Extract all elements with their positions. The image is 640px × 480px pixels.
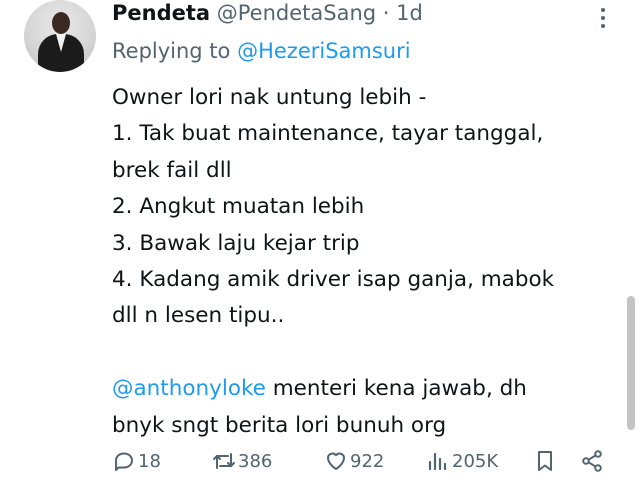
- share-button[interactable]: [580, 446, 604, 476]
- tweet-line: Owner lori nak untung lebih -: [112, 85, 427, 110]
- avatar-head: [52, 12, 70, 34]
- like-button[interactable]: 922: [324, 446, 384, 476]
- scrollbar-thumb[interactable]: [627, 296, 635, 430]
- repost-icon: [212, 449, 236, 473]
- avatar[interactable]: [24, 0, 96, 72]
- mention-link[interactable]: @anthonyloke: [112, 376, 266, 401]
- tweet-line: 2. Angkut muatan lebih: [112, 194, 365, 220]
- tweet[interactable]: Pendeta @PendetaSang · 1d Replying to @H…: [0, 0, 640, 480]
- repost-count: 386: [238, 450, 273, 472]
- mention-rest-text: menteri kena jawab, dh: [265, 376, 527, 402]
- replying-to: Replying to @HezeriSamsuri: [112, 36, 411, 66]
- tweet-line: bnyk sngt berita lori bunuh org: [112, 412, 447, 438]
- action-bar: 18 386 922 205K: [112, 446, 612, 476]
- share-icon: [580, 449, 604, 473]
- bookmark-icon: [533, 449, 557, 473]
- reply-count: 18: [138, 450, 161, 472]
- views-bar-chart-icon: [426, 449, 450, 473]
- tweet-line: 4. Kadang amik driver isap ganja, mabok: [112, 266, 555, 292]
- tweet-line: dll n lesen tipu..: [112, 303, 285, 329]
- bookmark-button[interactable]: [533, 446, 557, 476]
- tweet-line: 1. Tak buat maintenance, tayar tanggal,: [112, 121, 544, 147]
- tweet-line-mention: @anthonyloke menteri kena jawab, dh: [112, 371, 612, 407]
- views-count: 205K: [452, 450, 499, 472]
- reply-bubble-icon: [112, 449, 136, 473]
- replying-to-label: Replying to: [112, 39, 231, 63]
- tweet-line: 3. Bawak laju kejar trip: [112, 230, 360, 256]
- display-name[interactable]: Pendeta: [112, 1, 210, 25]
- tweet-line: brek fail dll: [112, 157, 232, 183]
- reply-button[interactable]: 18: [112, 446, 161, 476]
- like-count: 922: [350, 450, 385, 472]
- tweet-text: Owner lori nak untung lebih - 1. Tak bua…: [112, 80, 612, 444]
- heart-icon: [324, 449, 348, 473]
- more-vertical-icon[interactable]: [595, 6, 611, 30]
- repost-button[interactable]: 386: [212, 446, 272, 476]
- user-handle[interactable]: @PendetaSang: [217, 1, 376, 25]
- timestamp[interactable]: 1d: [396, 1, 423, 25]
- reply-target-link[interactable]: @HezeriSamsuri: [237, 39, 411, 63]
- separator-dot: ·: [382, 1, 390, 25]
- views-button[interactable]: 205K: [426, 446, 498, 476]
- tweet-header: Pendeta @PendetaSang · 1d: [112, 0, 423, 28]
